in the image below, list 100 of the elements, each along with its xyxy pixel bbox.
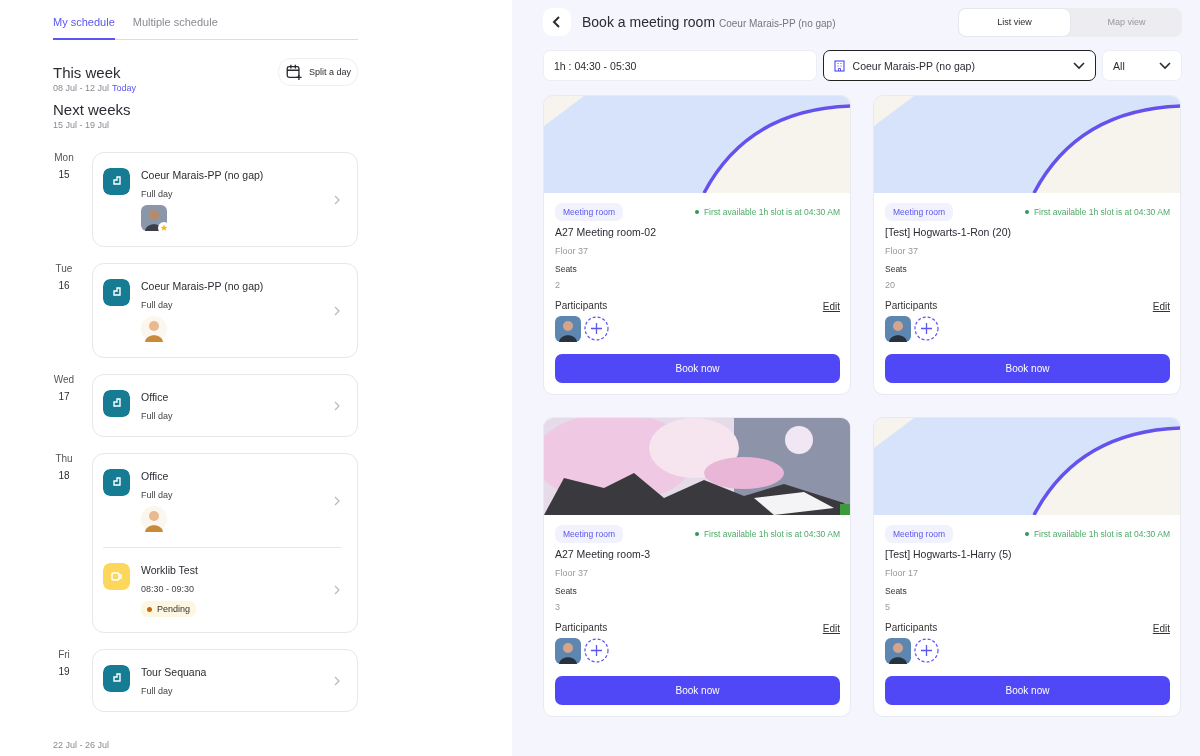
availability-text: First available 1h slot is at 04:30 AM	[703, 207, 840, 217]
weekday-label: Wed	[53, 374, 75, 385]
user-avatar	[885, 638, 911, 664]
today-link[interactable]: Today	[112, 83, 137, 93]
floor-label: Floor 37	[555, 246, 590, 256]
booking-time: Full day	[141, 189, 173, 199]
date-label: 17	[57, 391, 71, 402]
booking-title: Office	[141, 470, 169, 482]
calendar-plus-icon	[284, 63, 303, 81]
section-title: This week	[53, 64, 122, 81]
edit-link[interactable]: Edit	[1152, 623, 1170, 634]
schedule-tab[interactable]: Multiple schedule	[132, 10, 218, 40]
add-participant-icon[interactable]	[584, 638, 609, 663]
page-subtitle: Coeur Marais-PP (no gap)	[718, 18, 836, 29]
schedule-tab[interactable]: My schedule	[53, 10, 115, 40]
date-label: 18	[57, 470, 71, 481]
participants-label: Participants	[885, 300, 938, 311]
book-now-button[interactable]: Book now	[555, 676, 840, 705]
booking-title: Coeur Marais-PP (no gap)	[141, 169, 264, 181]
date-range: 08 Jul - 12 Jul	[53, 83, 110, 93]
availability-text: First available 1h slot is at 04:30 AM	[1033, 207, 1170, 217]
book-now-button[interactable]: Book now	[885, 354, 1170, 383]
seats-label: Seats	[555, 586, 578, 596]
time-field[interactable]: 1h : 04:30 - 05:30	[543, 50, 817, 81]
room-name: A27 Meeting room-02	[555, 226, 657, 238]
booking-time: Full day	[141, 490, 173, 500]
building-icon	[833, 59, 845, 72]
status-dot-icon	[694, 210, 699, 214]
edit-link[interactable]: Edit	[822, 301, 840, 312]
participants-label: Participants	[885, 622, 938, 633]
room-name: [Test] Hogwarts-1-Harry (5)	[885, 548, 1013, 560]
chevron-right-icon[interactable]	[332, 399, 342, 412]
date-range: 15 Jul - 19 Jul	[53, 120, 110, 130]
booking-title: Tour Sequana	[141, 666, 207, 678]
chevron-right-icon[interactable]	[332, 494, 342, 507]
edit-link[interactable]: Edit	[822, 623, 840, 634]
room-name: A27 Meeting room-3	[555, 548, 652, 560]
date-label: 16	[57, 280, 71, 291]
seats-label: Seats	[885, 264, 908, 274]
floor-label: Floor 37	[555, 568, 590, 578]
status-badge: Pending	[141, 601, 197, 617]
section-title: Next weeks	[53, 101, 132, 118]
booking-title: Coeur Marais-PP (no gap)	[141, 280, 264, 292]
user-avatar	[555, 638, 581, 664]
participants-label: Participants	[555, 300, 608, 311]
chevron-right-icon[interactable]	[332, 674, 342, 687]
user-avatar	[885, 316, 911, 342]
floor-label: Floor 17	[885, 568, 920, 578]
date-label: 19	[57, 666, 71, 677]
room-type-tag: Meeting room	[885, 203, 953, 221]
type-select[interactable]: All	[1102, 50, 1182, 81]
weekday-label: Thu	[54, 453, 74, 464]
add-participant-icon[interactable]	[584, 316, 609, 341]
room-type-tag: Meeting room	[885, 525, 953, 543]
room-name: [Test] Hogwarts-1-Ron (20)	[885, 226, 1013, 238]
booking-card[interactable]: Tour Sequana Full day	[92, 649, 358, 712]
availability-text: First available 1h slot is at 04:30 AM	[1033, 529, 1170, 539]
seats-label: Seats	[885, 586, 908, 596]
booking-title: Worklib Test	[141, 564, 198, 576]
weekday-label: Mon	[53, 152, 75, 163]
status-dot-icon	[694, 532, 699, 536]
date-range: 22 Jul - 26 Jul	[53, 740, 110, 750]
participants-label: Participants	[555, 622, 608, 633]
view-tab[interactable]: List view	[958, 7, 1071, 37]
seats-value: 20	[885, 280, 896, 290]
seats-label: Seats	[555, 264, 578, 274]
chevron-right-icon[interactable]	[332, 584, 342, 596]
floor-label: Floor 37	[885, 246, 920, 256]
booking-title: Office	[141, 391, 169, 403]
availability-text: First available 1h slot is at 04:30 AM	[703, 529, 840, 539]
chevron-down-icon	[1073, 61, 1086, 70]
weekday-label: Fri	[57, 649, 71, 660]
status-dot-icon	[1024, 210, 1029, 214]
booking-card[interactable]: Office Full day	[92, 374, 358, 437]
split-day-button[interactable]: Split a day	[277, 58, 358, 86]
booking-card[interactable]: Coeur Marais-PP (no gap) Full day	[92, 152, 358, 247]
chevron-down-icon	[1159, 61, 1171, 70]
back-button[interactable]	[543, 8, 571, 36]
booking-card[interactable]: Office Full day Worklib Test 08:30 - 09:30 Pending	[92, 453, 358, 633]
seats-value: 5	[885, 602, 891, 612]
room-type-tag: Meeting room	[555, 525, 623, 543]
room-type-tag: Meeting room	[555, 203, 623, 221]
add-participant-icon[interactable]	[914, 638, 939, 663]
chevron-right-icon[interactable]	[332, 304, 342, 317]
booking-time: Full day	[141, 411, 173, 421]
date-label: 15	[57, 169, 71, 180]
add-participant-icon[interactable]	[914, 316, 939, 341]
booking-time: Full day	[141, 686, 173, 696]
chevron-right-icon[interactable]	[332, 193, 342, 206]
page-title: Book a meeting room	[582, 14, 716, 30]
book-now-button[interactable]: Book now	[885, 676, 1170, 705]
status-dot-icon	[1024, 532, 1029, 536]
location-select[interactable]: Coeur Marais-PP (no gap)	[822, 50, 1097, 81]
edit-link[interactable]: Edit	[1152, 301, 1170, 312]
user-avatar	[555, 316, 581, 342]
seats-value: 3	[555, 602, 561, 612]
booking-card[interactable]: Coeur Marais-PP (no gap) Full day	[92, 263, 358, 358]
booking-time: Full day	[141, 300, 173, 310]
book-now-button[interactable]: Book now	[555, 354, 840, 383]
weekday-label: Tue	[54, 263, 74, 274]
